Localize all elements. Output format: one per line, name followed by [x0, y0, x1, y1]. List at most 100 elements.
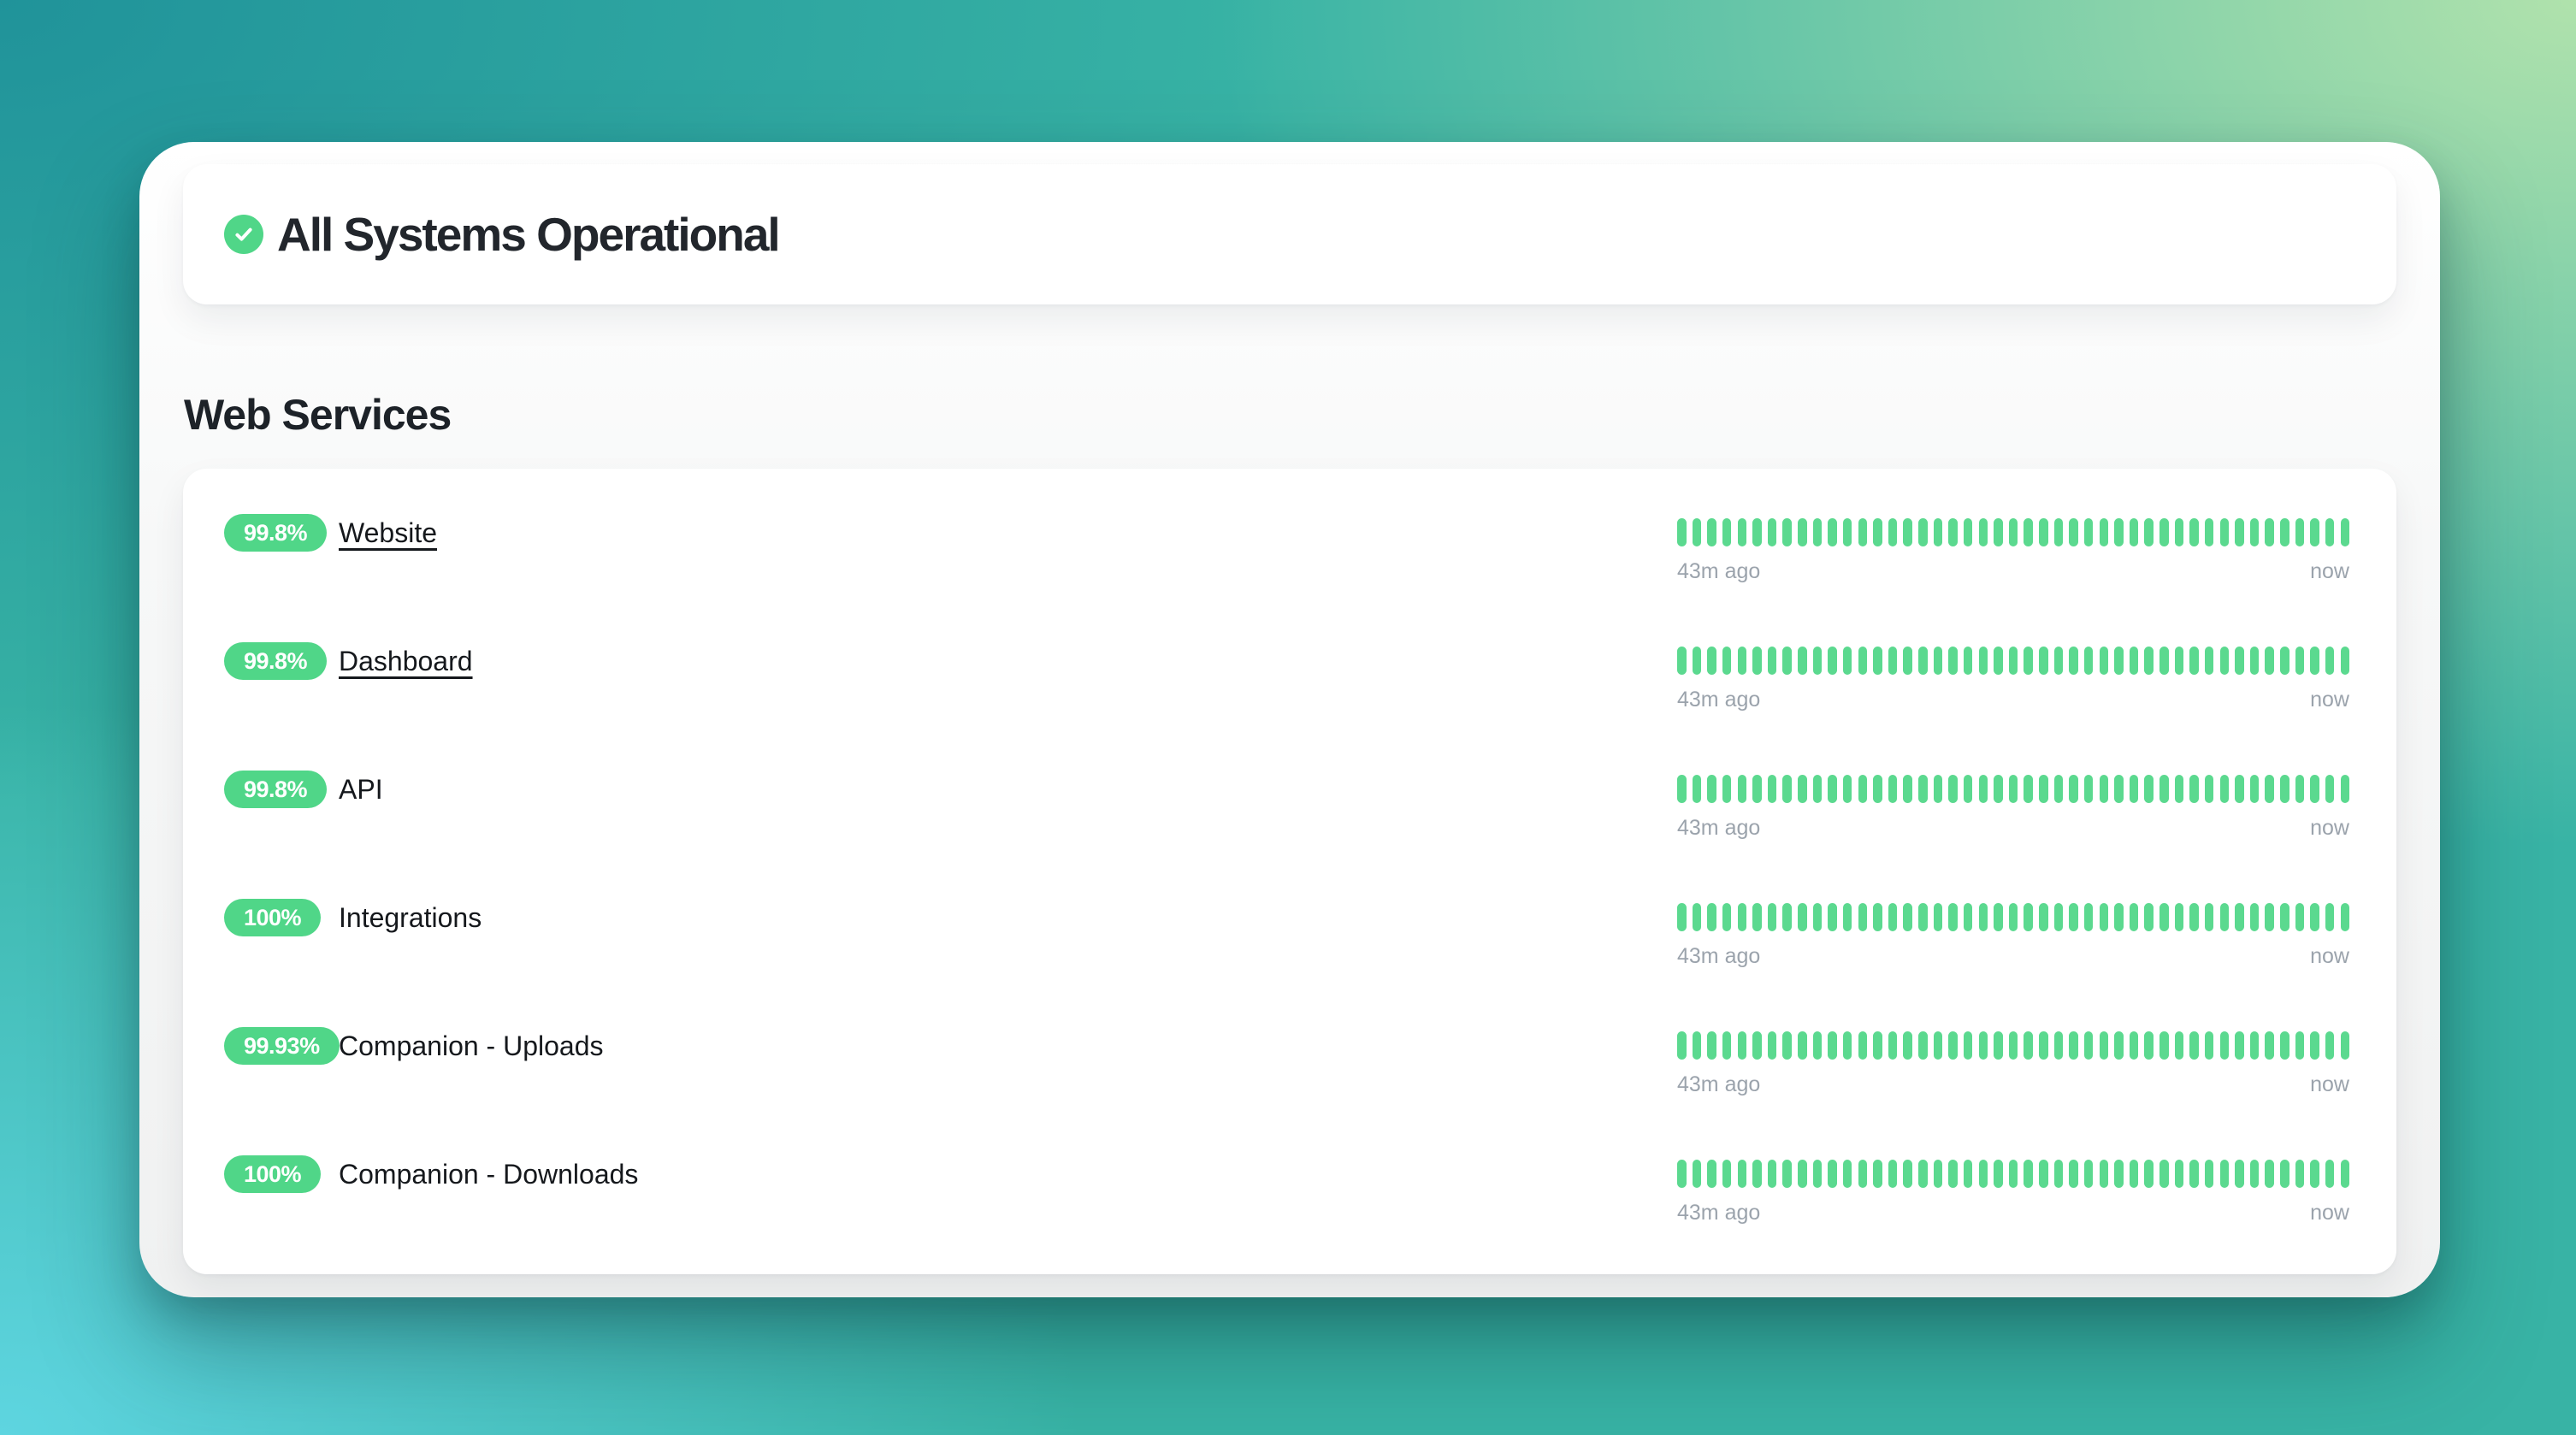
- uptime-time-range: 43m ago now: [1677, 688, 2349, 712]
- uptime-bar: [2144, 1160, 2154, 1188]
- uptime-bar: [2250, 518, 2260, 546]
- start-time-label: 43m ago: [1677, 1201, 1760, 1225]
- uptime-bar: [1813, 1160, 1823, 1188]
- uptime-bar: [2235, 1031, 2244, 1060]
- uptime-bar-chart: [1677, 903, 2349, 931]
- uptime-bar: [1768, 1031, 1777, 1060]
- uptime-bar: [2205, 518, 2214, 546]
- uptime-bar: [2144, 647, 2154, 675]
- uptime-bar: [1948, 1031, 1958, 1060]
- end-time-label: now: [2310, 688, 2349, 712]
- service-name-link[interactable]: Dashboard: [339, 646, 473, 677]
- uptime-bar: [2130, 1160, 2139, 1188]
- uptime-bar: [1722, 518, 1732, 546]
- end-time-label: now: [2310, 816, 2349, 841]
- uptime-time-range: 43m agonow: [1677, 1072, 2349, 1097]
- uptime-bar: [1677, 1160, 1687, 1188]
- uptime-bar: [2220, 647, 2230, 675]
- service-uptime-area: 43m agonow: [1677, 1027, 2349, 1097]
- uptime-bar: [2265, 647, 2274, 675]
- uptime-bar: [1843, 775, 1852, 803]
- uptime-bar: [1828, 1031, 1837, 1060]
- uptime-bar: [2310, 1160, 2319, 1188]
- uptime-bar: [2205, 647, 2214, 675]
- uptime-bar: [2130, 647, 2139, 675]
- status-page-background: { "banner": { "icon": "check-circle", "t…: [0, 0, 2576, 1435]
- uptime-bar-chart: [1677, 647, 2349, 675]
- uptime-badge: 100%: [224, 1155, 321, 1193]
- uptime-bar: [2310, 518, 2319, 546]
- uptime-bar: [2189, 647, 2199, 675]
- uptime-bar: [2189, 775, 2199, 803]
- uptime-bar: [2084, 1160, 2094, 1188]
- uptime-bar: [2220, 518, 2230, 546]
- uptime-bar: [2325, 647, 2335, 675]
- uptime-bar: [1948, 775, 1958, 803]
- uptime-bar: [2084, 647, 2094, 675]
- uptime-bar: [1798, 903, 1807, 931]
- uptime-bar: [2024, 903, 2033, 931]
- uptime-bar: [2054, 1031, 2064, 1060]
- uptime-bar: [2175, 647, 2184, 675]
- service-uptime-area: 43m ago now: [1677, 771, 2349, 841]
- uptime-bar: [1813, 903, 1823, 931]
- uptime-bar: [2084, 903, 2094, 931]
- service-row-left: 100% Integrations: [224, 899, 482, 936]
- uptime-bar: [1768, 518, 1777, 546]
- uptime-bar: [1768, 647, 1777, 675]
- uptime-bar: [1782, 903, 1792, 931]
- uptime-bar: [1693, 775, 1702, 803]
- uptime-bar: [1707, 1031, 1716, 1060]
- uptime-bar: [2189, 1031, 2199, 1060]
- service-row-left: 100%Companion - Downloads: [224, 1155, 638, 1193]
- uptime-time-range: 43m agonow: [1677, 944, 2349, 969]
- uptime-time-range: 43m ago now: [1677, 816, 2349, 841]
- uptime-bar: [1979, 1031, 1988, 1060]
- uptime-bar: [1934, 1160, 1943, 1188]
- uptime-bar: [1888, 775, 1898, 803]
- uptime-bar: [2341, 647, 2350, 675]
- start-time-label: 43m ago: [1677, 688, 1760, 712]
- uptime-badge-column: 100%: [224, 1155, 339, 1193]
- uptime-bar: [2189, 903, 2199, 931]
- uptime-bar: [1858, 518, 1868, 546]
- uptime-bar: [2325, 903, 2335, 931]
- uptime-bar: [2325, 518, 2335, 546]
- start-time-label: 43m ago: [1677, 816, 1760, 841]
- uptime-bar: [2235, 518, 2244, 546]
- uptime-bar: [1782, 775, 1792, 803]
- uptime-bar: [2114, 518, 2124, 546]
- uptime-bar: [2114, 903, 2124, 931]
- uptime-badge: 100%: [224, 899, 321, 936]
- service-uptime-area: 43m agonow: [1677, 1155, 2349, 1225]
- uptime-bar: [2250, 647, 2260, 675]
- uptime-bar-chart: [1677, 1160, 2349, 1188]
- uptime-bar: [2054, 775, 2064, 803]
- uptime-bar: [1934, 1031, 1943, 1060]
- uptime-bar: [2069, 903, 2078, 931]
- uptime-time-range: 43m agonow: [1677, 559, 2349, 584]
- uptime-bar: [2130, 1031, 2139, 1060]
- end-time-label: now: [2310, 944, 2349, 969]
- uptime-bar: [2159, 1160, 2169, 1188]
- uptime-bar: [1948, 647, 1958, 675]
- uptime-bar: [2130, 775, 2139, 803]
- uptime-bar: [2144, 775, 2154, 803]
- uptime-bar: [2100, 647, 2109, 675]
- uptime-bar: [1813, 1031, 1823, 1060]
- service-name: Integrations: [339, 902, 482, 934]
- uptime-bar: [2159, 903, 2169, 931]
- uptime-bar: [1964, 1031, 1973, 1060]
- uptime-bar: [1722, 775, 1732, 803]
- uptime-bar: [2009, 1160, 2018, 1188]
- uptime-bar: [2114, 775, 2124, 803]
- uptime-bar: [2205, 1031, 2214, 1060]
- uptime-bar: [1843, 903, 1852, 931]
- uptime-bar: [1738, 1160, 1747, 1188]
- uptime-bar: [2189, 518, 2199, 546]
- uptime-bar: [2024, 1160, 2033, 1188]
- uptime-bar: [1798, 518, 1807, 546]
- uptime-bar: [2295, 1031, 2305, 1060]
- service-name-link[interactable]: Website: [339, 517, 437, 549]
- uptime-bar: [2175, 775, 2184, 803]
